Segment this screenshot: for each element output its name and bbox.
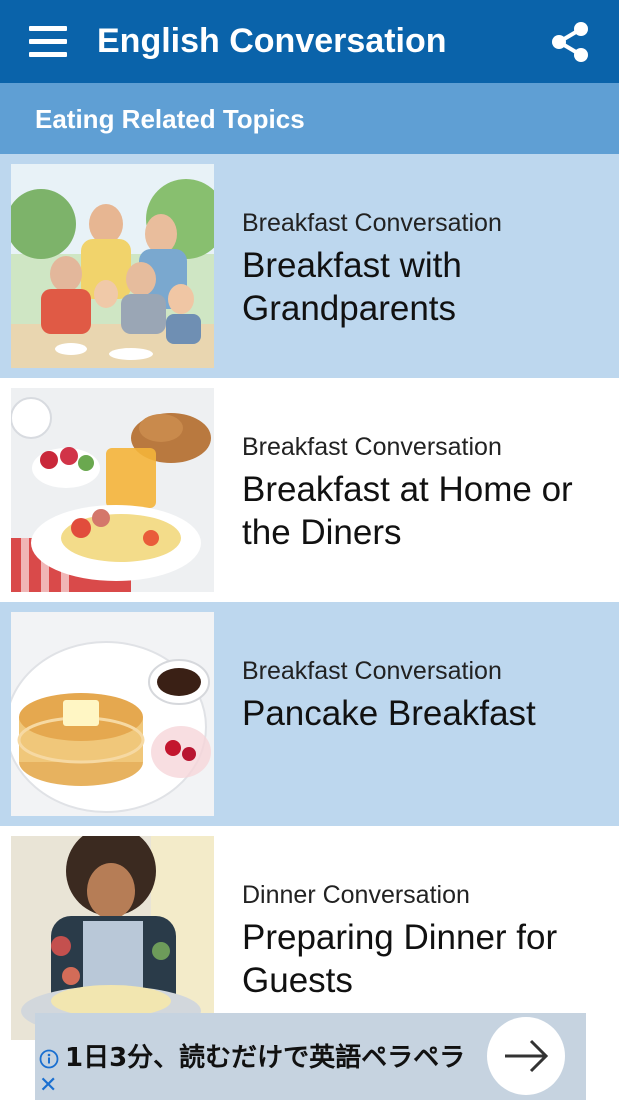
hamburger-menu-icon[interactable] — [29, 26, 67, 58]
info-icon[interactable] — [39, 1049, 59, 1069]
ad-text: 1日3分、読むだけで英語ペラペラ — [65, 1043, 466, 1073]
ad-banner[interactable]: ✕ 1日3分、読むだけで英語ペラペラ — [35, 1013, 586, 1100]
share-icon[interactable] — [548, 20, 592, 64]
list-item[interactable]: Breakfast Conversation Breakfast with Gr… — [0, 154, 619, 378]
list-item[interactable]: Breakfast Conversation Pancake Breakfast — [0, 602, 619, 826]
topic-list: Breakfast Conversation Breakfast with Gr… — [0, 154, 619, 1050]
item-title: Preparing Dinner for Guests — [242, 918, 558, 1000]
item-category: Breakfast Conversation — [242, 657, 502, 685]
item-title: Breakfast at Home or the Diners — [242, 470, 573, 552]
close-icon[interactable]: ✕ — [39, 1074, 57, 1096]
app-title: English Conversation — [97, 22, 447, 60]
app-bar: English Conversation — [0, 0, 619, 83]
breakfast-spread-photo — [11, 388, 214, 592]
section-title: Eating Related Topics — [35, 104, 305, 134]
family-breakfast-photo — [11, 164, 214, 368]
woman-cooking-photo — [11, 836, 214, 1040]
list-item[interactable]: Breakfast Conversation Breakfast at Home… — [0, 378, 619, 602]
item-category: Breakfast Conversation — [242, 433, 502, 461]
arrow-right-icon[interactable] — [487, 1017, 565, 1095]
section-header: Eating Related Topics — [0, 83, 619, 154]
item-title: Breakfast with Grandparents — [242, 246, 462, 328]
item-category: Breakfast Conversation — [242, 209, 502, 237]
item-title: Pancake Breakfast — [242, 694, 536, 733]
item-category: Dinner Conversation — [242, 881, 470, 909]
pancakes-photo — [11, 612, 214, 816]
